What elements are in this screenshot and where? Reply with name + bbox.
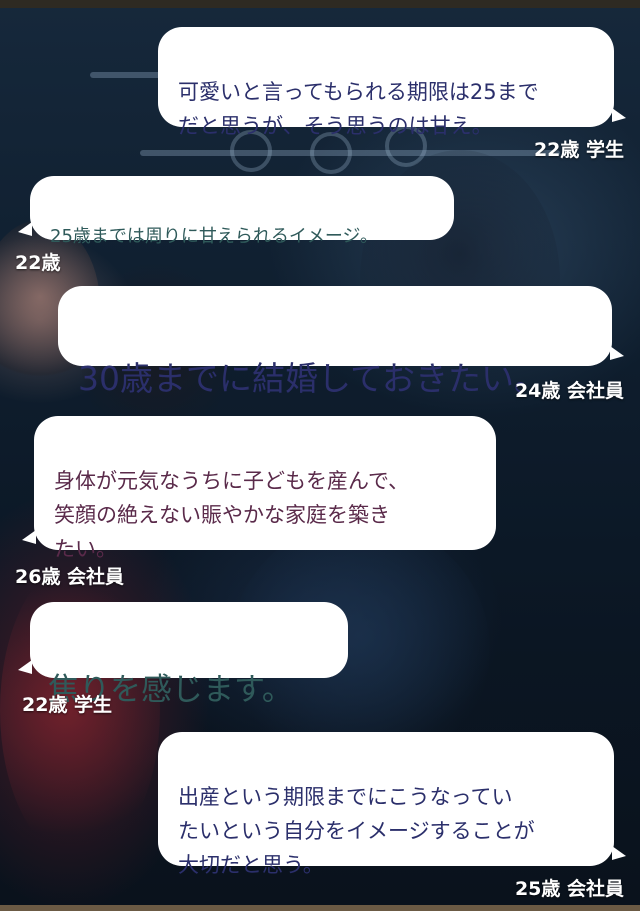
message-author: 24歳 会社員	[514, 380, 624, 402]
message-bubble: 30歳までに結婚しておきたい。	[58, 286, 612, 398]
background-photo: 可愛いと言ってもられる期限は25まで だと思うが、そう思うのは甘え。 22歳 学…	[0, 0, 640, 911]
message-text: 25歳までは周りに甘えられるイメージ。	[50, 226, 379, 247]
message-bubble: 25歳までは周りに甘えられるイメージ。	[30, 176, 454, 247]
message-text: 出産という期限までにこうなってい たいという自分をイメージすることが 大切だと思…	[178, 785, 535, 877]
bubble-tail	[612, 108, 626, 122]
message-bubble: 身体が元気なうちに子どもを産んで、 笑顔の絶えない賑やかな家庭を築き たい。	[34, 416, 496, 561]
bubble-tail	[22, 530, 36, 544]
top-strip	[0, 0, 640, 8]
bubble-tail	[612, 846, 626, 860]
message-text: 30歳までに結婚しておきたい。	[78, 359, 548, 398]
bubble-tail	[18, 222, 32, 236]
message-bubble: 可愛いと言ってもられる期限は25まで だと思うが、そう思うのは甘え。	[158, 27, 614, 138]
bubble-tail	[18, 660, 32, 674]
message-author: 22歳	[15, 252, 61, 274]
message-bubble: 出産という期限までにこうなってい たいという自分をイメージすることが 大切だと思…	[158, 732, 614, 877]
message-author: 25歳 会社員	[514, 878, 624, 900]
message-author: 22歳 学生	[22, 694, 113, 716]
message-bubble: 焦りを感じます。	[30, 602, 348, 708]
message-text: 可愛いと言ってもられる期限は25まで だと思うが、そう思うのは甘え。	[178, 80, 539, 138]
message-author: 22歳 学生	[533, 139, 624, 161]
message-text: 身体が元気なうちに子どもを産んで、 笑顔の絶えない賑やかな家庭を築き たい。	[54, 469, 410, 561]
message-author: 26歳 会社員	[15, 566, 125, 588]
bottom-strip	[0, 905, 640, 911]
bubble-tail	[610, 346, 624, 360]
